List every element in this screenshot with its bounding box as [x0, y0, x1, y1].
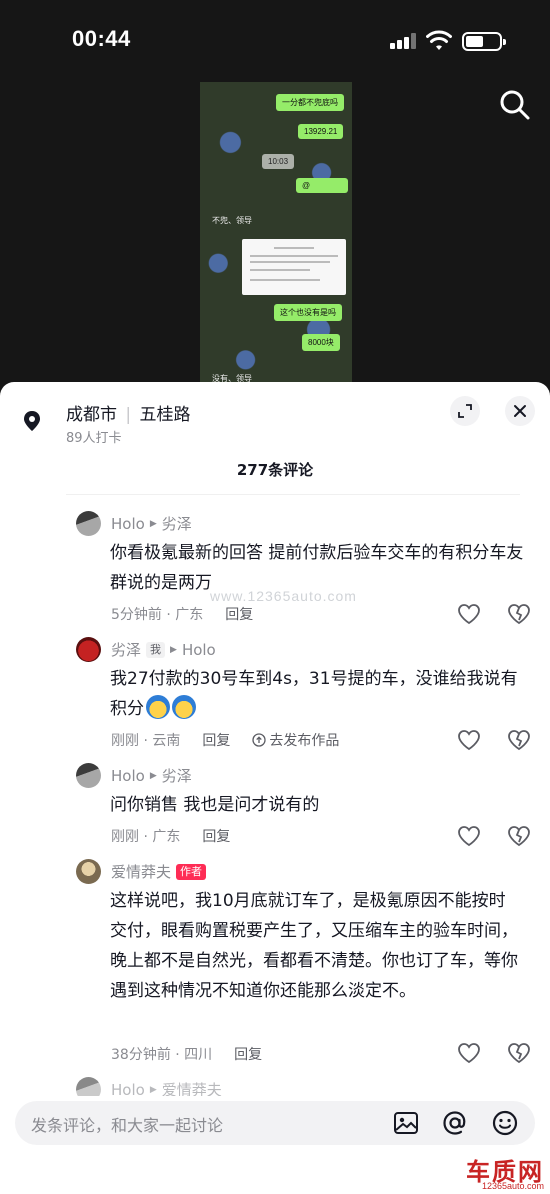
wifi-icon: [426, 30, 452, 50]
comment-meta: 刚刚 · 云南 回复 去发布作品: [111, 730, 339, 750]
comment-input[interactable]: 发条评论，和大家一起讨论: [15, 1101, 535, 1145]
reply-to-name[interactable]: 劣泽: [162, 513, 192, 534]
comment-author-line: Holo ▶ 劣泽: [111, 765, 192, 786]
watermark-text: www.12365auto.com: [210, 588, 357, 604]
publish-work-button[interactable]: 去发布作品: [252, 730, 339, 750]
author-name[interactable]: Holo: [111, 767, 145, 785]
separator: |: [125, 405, 132, 425]
document-card: [242, 239, 346, 295]
expand-icon: [458, 404, 472, 418]
reply-button[interactable]: 回复: [225, 604, 253, 624]
author-name[interactable]: 劣泽: [111, 639, 141, 660]
comment-time-location: 38分钟前 · 四川: [111, 1047, 213, 1063]
avatar[interactable]: [76, 763, 101, 788]
chat-bubble: 这个也没有是吗: [274, 304, 342, 321]
comment-time-location: 刚刚 · 云南: [111, 733, 181, 749]
reply-arrow-icon: ▶: [149, 518, 157, 529]
comment-text: 我27付款的30号车到4s，31号提的车，没谁给我说有积分: [110, 669, 518, 719]
emoji-icon: [172, 695, 196, 719]
like-icon[interactable]: [457, 825, 481, 847]
watermark-logo-url: 12365auto.com: [481, 1181, 544, 1191]
close-icon: [514, 405, 526, 417]
close-button[interactable]: [505, 396, 535, 426]
author-name[interactable]: 爱情莽夫: [111, 861, 171, 882]
search-icon[interactable]: [498, 88, 532, 122]
arrow-up-circle-icon: [252, 733, 267, 747]
checkin-count: 89人打卡: [66, 431, 122, 446]
comment-input-placeholder: 发条评论，和大家一起讨论: [31, 1116, 224, 1135]
reply-button[interactable]: 回复: [202, 826, 230, 846]
like-icon[interactable]: [457, 729, 481, 751]
status-time: 00:44: [72, 26, 131, 51]
chat-bubble: 一分都不兜底吗: [276, 94, 344, 111]
reply-arrow-icon: ▶: [170, 644, 177, 655]
comment-meta: 38分钟前 · 四川 回复: [111, 1044, 262, 1064]
status-bar: 00:44: [0, 0, 550, 82]
comment-author-line: 劣泽 我 ▶ Holo: [111, 639, 216, 660]
location-city: 成都市: [66, 405, 117, 425]
comment-meta: 刚刚 · 广东 回复: [111, 826, 230, 846]
reply-button[interactable]: 回复: [234, 1044, 262, 1064]
comment-count: 277条评论: [236, 461, 314, 479]
battery-icon: [462, 32, 506, 51]
location-pin-icon: [24, 411, 40, 431]
divider: [66, 494, 520, 495]
dislike-icon[interactable]: [507, 729, 531, 751]
chat-bubble: @: [296, 178, 348, 193]
avatar[interactable]: [76, 1077, 101, 1096]
reply-to-name[interactable]: 劣泽: [162, 765, 192, 786]
image-icon[interactable]: [392, 1109, 420, 1137]
comment-text: 这样说吧，我10月底就订车了，是极氪原因不能按时交付，眼看购置税要产生了，又压缩…: [110, 891, 518, 1001]
comment-text-wrap: 我27付款的30号车到4s，31号提的车，没谁给我说有积分: [110, 664, 530, 724]
chat-bubble: 不兜、领导: [212, 216, 252, 225]
expand-button[interactable]: [450, 396, 480, 426]
self-tag: 我: [146, 641, 166, 658]
dislike-icon[interactable]: [507, 825, 531, 847]
author-name[interactable]: Holo: [111, 515, 145, 533]
comment-sheet: 成都市 | 五桂路 89人打卡 277条评论: [0, 382, 550, 1194]
dislike-icon[interactable]: [507, 1042, 531, 1064]
comment-time-location: 刚刚 · 广东: [111, 829, 181, 845]
signal-icon: [390, 33, 418, 49]
at-icon[interactable]: [441, 1109, 469, 1137]
like-icon[interactable]: [457, 603, 481, 625]
location-road: 五桂路: [139, 405, 191, 425]
comment-meta: 5分钟前 · 广东 回复: [111, 604, 253, 624]
avatar[interactable]: [76, 511, 101, 536]
chat-bubble: 13929.21: [298, 124, 344, 139]
video-preview[interactable]: 一分都不兜底吗 13929.21 10:03 @ 不兜、领导 这个也没有是吗 8…: [200, 82, 352, 384]
comment-text: 问你销售 我也是问才说有的: [110, 795, 320, 815]
comment-time-location: 5分钟前 · 广东: [111, 607, 204, 623]
chat-timestamp: 10:03: [262, 154, 295, 169]
reply-arrow-icon: ▶: [149, 770, 157, 781]
author-name[interactable]: Holo: [111, 1081, 145, 1097]
emoji-icon[interactable]: [491, 1109, 519, 1137]
avatar[interactable]: [76, 637, 101, 662]
emoji-icon: [146, 695, 170, 719]
comment-author-line: 爱情莽夫 作者: [111, 861, 207, 882]
reply-to-name[interactable]: 爱情莽夫: [162, 1079, 222, 1096]
author-tag: 作者: [176, 863, 207, 880]
dislike-icon[interactable]: [507, 603, 531, 625]
watermark-logo: 车质网 12365auto.com: [460, 1152, 550, 1194]
comment-author-line: Holo ▶ 劣泽: [111, 513, 192, 534]
reply-arrow-icon: ▶: [149, 1084, 157, 1095]
reply-button[interactable]: 回复: [202, 730, 230, 750]
comment-author-line: Holo ▶ 爱情莽夫: [111, 1079, 222, 1097]
publish-label: 去发布作品: [269, 733, 340, 749]
like-icon[interactable]: [457, 1042, 481, 1064]
avatar[interactable]: [76, 859, 101, 884]
location-title[interactable]: 成都市 | 五桂路: [66, 400, 191, 425]
chat-bubble: 8000块: [302, 334, 340, 351]
comment-item: Holo ▶ 爱情莽夫: [0, 1076, 550, 1096]
reply-to-name[interactable]: Holo: [182, 641, 216, 659]
